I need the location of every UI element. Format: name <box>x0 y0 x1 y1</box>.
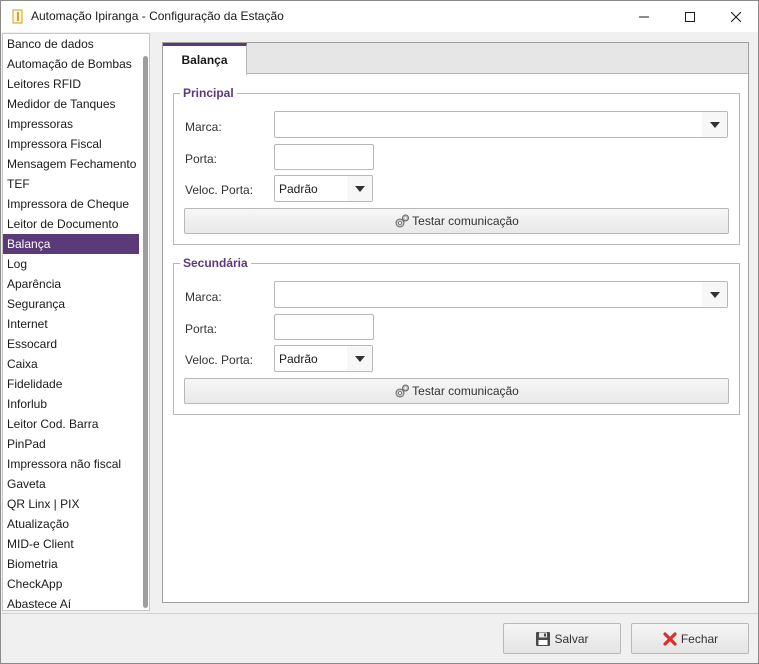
principal-group-title: Principal <box>180 86 237 100</box>
sidebar-item-medidor-de-tanques[interactable]: Medidor de Tanques <box>3 94 139 114</box>
secundaria-veloc-select[interactable]: Padrão <box>274 345 373 372</box>
secundaria-group: Secundária Marca: Porta: Veloc. Porta: P… <box>173 256 740 415</box>
window-title: Automação Ipiranga - Configuração da Est… <box>31 9 284 23</box>
gears-icon <box>394 213 410 229</box>
red-x-icon <box>662 631 678 647</box>
sidebar-item-leitor-cod-barra[interactable]: Leitor Cod. Barra <box>3 414 139 434</box>
principal-marca-value <box>275 112 703 137</box>
secundaria-group-title: Secundária <box>180 256 251 270</box>
sidebar-item-log[interactable]: Log <box>3 254 139 274</box>
tab-balanca[interactable]: Balança <box>163 43 247 75</box>
secundaria-test-label: Testar comunicação <box>412 384 519 398</box>
secundaria-veloc-dropdown[interactable] <box>347 346 372 371</box>
title-bar: Automação Ipiranga - Configuração da Est… <box>1 1 758 32</box>
principal-porta-input[interactable] <box>274 144 374 170</box>
sidebar-item-automacao-de-bombas[interactable]: Automação de Bombas <box>3 54 139 74</box>
sidebar-item-caixa[interactable]: Caixa <box>3 354 139 374</box>
close-icon <box>731 11 741 22</box>
maximize-button[interactable] <box>667 1 713 32</box>
principal-veloc-value: Padrão <box>279 182 318 196</box>
principal-veloc-label: Veloc. Porta: <box>185 183 254 197</box>
secundaria-test-button[interactable]: Testar comunicação <box>184 378 729 404</box>
principal-veloc-select[interactable]: Padrão <box>274 175 373 202</box>
principal-veloc-dropdown[interactable] <box>347 176 372 201</box>
save-label: Salvar <box>554 631 589 646</box>
secundaria-marca-label: Marca: <box>185 290 222 304</box>
sidebar-item-qr-linx-pix[interactable]: QR Linx | PIX <box>3 494 139 514</box>
floppy-disk-icon <box>535 631 551 647</box>
close-window-button[interactable] <box>713 1 759 32</box>
sidebar-item-leitor-de-documento[interactable]: Leitor de Documento <box>3 214 139 234</box>
footer-divider <box>2 613 758 614</box>
tab-strip: Balança <box>163 43 748 75</box>
secundaria-porta-input[interactable] <box>274 314 374 340</box>
gears-icon <box>394 383 410 399</box>
sidebar-item-pinpad[interactable]: PinPad <box>3 434 139 454</box>
close-label: Fechar <box>680 631 719 646</box>
minimize-icon <box>639 16 649 17</box>
close-button[interactable]: Fechar <box>631 623 749 654</box>
chevron-down-icon <box>354 185 365 192</box>
secundaria-marca-select[interactable] <box>274 281 728 308</box>
chevron-down-icon <box>709 121 720 128</box>
sidebar-item-balanca[interactable]: Balança <box>3 234 139 254</box>
sidebar-item-mensagem-fechamento[interactable]: Mensagem Fechamento <box>3 154 139 174</box>
principal-test-label: Testar comunicação <box>412 214 519 228</box>
principal-marca-select[interactable] <box>274 111 728 138</box>
secundaria-veloc-label: Veloc. Porta: <box>185 353 254 367</box>
sidebar-item-essocard[interactable]: Essocard <box>3 334 139 354</box>
sidebar-item-banco-de-dados[interactable]: Banco de dados <box>3 34 139 54</box>
sidebar-item-seguranca[interactable]: Segurança <box>3 294 139 314</box>
sidebar-scrollbar[interactable] <box>141 34 149 610</box>
sidebar-item-mid-e-client[interactable]: MID-e Client <box>3 534 139 554</box>
app-window: Automação Ipiranga - Configuração da Est… <box>0 0 759 664</box>
minimize-button[interactable] <box>621 1 667 32</box>
secundaria-marca-dropdown[interactable] <box>702 282 727 307</box>
chevron-down-icon <box>709 291 720 298</box>
sidebar-item-biometria[interactable]: Biometria <box>3 554 139 574</box>
principal-marca-label: Marca: <box>185 120 222 134</box>
sidebar-item-impressoras[interactable]: Impressoras <box>3 114 139 134</box>
principal-porta-label: Porta: <box>185 152 218 166</box>
maximize-icon <box>685 11 695 22</box>
sidebar-item-checkapp[interactable]: CheckApp <box>3 574 139 594</box>
principal-group: Principal Marca: Porta: Veloc. Porta: Pa… <box>173 86 740 245</box>
sidebar-item-impressora-fiscal[interactable]: Impressora Fiscal <box>3 134 139 154</box>
sidebar-item-leitores-rfid[interactable]: Leitores RFID <box>3 74 139 94</box>
content-panel: Balança Principal Marca: Porta: Veloc. P… <box>162 42 749 603</box>
principal-test-button[interactable]: Testar comunicação <box>184 208 729 234</box>
sidebar-item-fidelidade[interactable]: Fidelidade <box>3 374 139 394</box>
sidebar-item-impressora-de-cheque[interactable]: Impressora de Cheque <box>3 194 139 214</box>
sidebar-item-atualizacao[interactable]: Atualização <box>3 514 139 534</box>
app-icon <box>12 9 24 24</box>
sidebar-item-internet[interactable]: Internet <box>3 314 139 334</box>
sidebar-item-tef[interactable]: TEF <box>3 174 139 194</box>
sidebar-item-abastece-ai[interactable]: Abastece Aí <box>3 594 139 610</box>
scrollbar-thumb[interactable] <box>143 56 148 608</box>
sidebar-item-aparencia[interactable]: Aparência <box>3 274 139 294</box>
secundaria-porta-label: Porta: <box>185 322 218 336</box>
save-button[interactable]: Salvar <box>503 623 621 654</box>
secundaria-marca-value <box>275 282 703 307</box>
settings-sidebar: Banco de dados Automação de Bombas Leitore… <box>2 33 150 611</box>
sidebar-item-inforlub[interactable]: Inforlub <box>3 394 139 414</box>
principal-marca-dropdown[interactable] <box>702 112 727 137</box>
chevron-down-icon <box>354 355 365 362</box>
sidebar-item-gaveta[interactable]: Gaveta <box>3 474 139 494</box>
sidebar-item-impressora-nao-fiscal[interactable]: Impressora não fiscal <box>3 454 139 474</box>
secundaria-veloc-value: Padrão <box>279 352 318 366</box>
